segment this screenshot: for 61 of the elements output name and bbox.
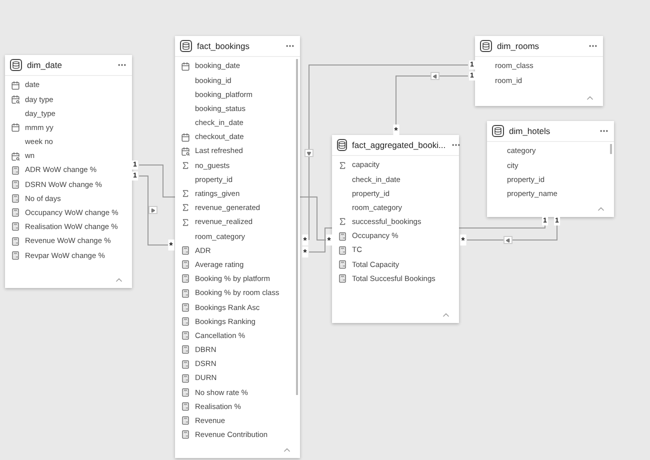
calendar-icon	[181, 132, 190, 142]
direction-arrow-icon	[148, 206, 158, 214]
cardinality-label: *	[326, 234, 332, 246]
table-title: dim_hotels	[509, 124, 552, 138]
table-title: fact_aggregated_booki...	[352, 138, 446, 152]
calculator-icon	[181, 246, 190, 256]
direction-arrow-icon	[304, 149, 314, 157]
table-card[interactable]	[175, 36, 300, 458]
cardinality-label: *	[302, 246, 308, 258]
table-icon	[337, 139, 347, 151]
calculator-icon	[11, 222, 20, 232]
calculator-icon	[181, 345, 190, 354]
calendar-search-icon	[181, 146, 190, 156]
table-title: dim_rooms	[497, 40, 540, 52]
calculator-icon	[181, 430, 190, 440]
calculator-icon	[181, 274, 190, 284]
cardinality-label: *	[460, 234, 466, 246]
calculator-icon	[338, 232, 347, 241]
calendar-search-icon	[11, 152, 20, 161]
table-title: dim_date	[27, 58, 63, 72]
relationship-line[interactable]	[138, 176, 168, 246]
direction-arrow-icon	[504, 236, 512, 244]
calculator-icon	[181, 402, 190, 412]
calendar-icon	[11, 80, 20, 90]
scrollbar[interactable]	[610, 144, 612, 154]
calculator-icon	[181, 260, 190, 270]
table-title: fact_bookings	[197, 40, 250, 52]
table-icon	[10, 59, 22, 71]
calculator-icon	[338, 260, 347, 269]
cardinality-label: *	[168, 240, 174, 250]
calculator-icon	[338, 274, 347, 284]
calculator-icon	[11, 194, 20, 204]
table-icon	[180, 40, 192, 52]
calendar-search-icon	[11, 94, 20, 104]
cardinality-label: *	[393, 124, 399, 136]
calculator-icon	[181, 331, 190, 340]
calculator-icon	[181, 416, 190, 426]
calculator-icon	[181, 374, 190, 383]
calculator-icon	[11, 166, 20, 175]
direction-arrow-icon	[430, 72, 440, 80]
sigma-icon	[181, 160, 190, 170]
calculator-icon	[11, 180, 20, 189]
table-icon	[480, 40, 492, 52]
table-icon	[492, 125, 504, 137]
calculator-icon	[181, 388, 190, 397]
scrollbar[interactable]	[296, 59, 298, 395]
sigma-icon	[338, 160, 347, 170]
calculator-icon	[181, 316, 190, 326]
calculator-icon	[11, 250, 20, 260]
sigma-icon	[338, 217, 347, 226]
relationship-line[interactable]	[308, 64, 468, 240]
calculator-icon	[181, 302, 190, 312]
calculator-icon	[11, 236, 20, 246]
calendar-icon	[181, 62, 190, 71]
relationship-line[interactable]	[396, 76, 468, 126]
calculator-icon	[11, 208, 20, 218]
cardinality-label: *	[302, 234, 308, 246]
calculator-icon	[338, 246, 347, 255]
calculator-icon	[181, 288, 190, 298]
calendar-icon	[11, 123, 20, 132]
calculator-icon	[181, 360, 190, 369]
